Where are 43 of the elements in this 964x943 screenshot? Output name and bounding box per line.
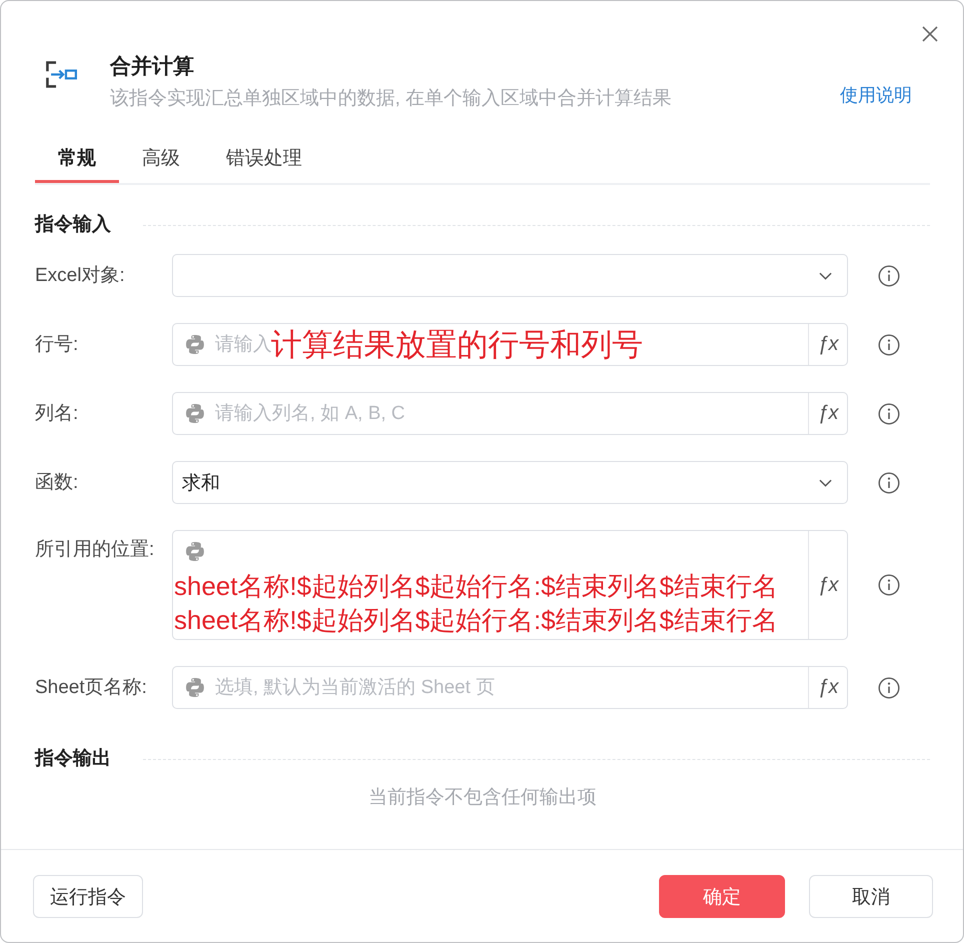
formula-button[interactable]: ƒx: [808, 393, 847, 434]
info-icon[interactable]: [878, 472, 900, 494]
dialog-description: 该指令实现汇总单独区域中的数据, 在单个输入区域中合并计算结果: [110, 87, 673, 111]
close-icon[interactable]: [922, 26, 938, 42]
python-icon: [186, 542, 204, 561]
chevron-down-icon: [819, 272, 832, 280]
python-icon: [186, 678, 204, 697]
chevron-down-icon: [819, 478, 832, 486]
formula-button[interactable]: ƒx: [808, 667, 847, 708]
section-title: 指令输出: [35, 747, 111, 771]
formula-button[interactable]: ƒx: [808, 531, 847, 639]
empty-state-text: 当前指令不包含任何输出项: [368, 786, 596, 810]
tab[interactable]: 错误处理: [203, 138, 325, 183]
info-icon[interactable]: [878, 264, 900, 286]
info-icon[interactable]: [878, 402, 900, 424]
cancel-button[interactable]: 取消: [809, 875, 933, 918]
text-area-field[interactable]: sheet名称!$起始列名$起始行名:$结束列名$结束行名 sheet名称!$起始列名$起始行名:$结束列名$结束行名 ƒx: [172, 530, 848, 640]
info-icon[interactable]: [878, 574, 900, 596]
field-label: 行号:: [35, 332, 80, 356]
input-field[interactable]: 选填, 默认为当前激活的 Sheet 页 ƒx: [172, 666, 848, 709]
info-icon[interactable]: [878, 334, 900, 356]
input-field[interactable]: 请输入列名, 如 A, B, C ƒx: [172, 392, 848, 435]
arrow-into-box-icon: [45, 61, 77, 88]
python-icon: [186, 404, 204, 423]
annotation-text: 计算结果放置的行号和列号: [271, 326, 643, 363]
field-label: 所引用的位置:: [35, 538, 156, 562]
field-label: 列名:: [35, 402, 80, 426]
annotation-text: sheet名称!$起始列名$起始行名:$结束列名$结束行名: [174, 604, 778, 637]
dropdown-field[interactable]: [172, 254, 848, 297]
tab[interactable]: 常规: [35, 138, 119, 183]
run-command-button[interactable]: 运行指令: [33, 875, 143, 918]
annotation-text: sheet名称!$起始列名$起始行名:$结束列名$结束行名: [174, 570, 778, 603]
help-link[interactable]: 使用说明: [840, 83, 912, 107]
python-icon: [186, 335, 204, 354]
dropdown-field[interactable]: 求和: [172, 461, 848, 504]
info-icon[interactable]: [878, 676, 900, 698]
section-title: 指令输入: [35, 213, 111, 237]
field-label: Sheet页名称:: [35, 676, 148, 700]
formula-button[interactable]: ƒx: [808, 324, 847, 365]
dialog-title: 合并计算: [110, 54, 195, 80]
field-label: Excel对象:: [35, 264, 126, 288]
tab[interactable]: 高级: [119, 138, 203, 183]
field-label: 函数:: [35, 470, 80, 494]
